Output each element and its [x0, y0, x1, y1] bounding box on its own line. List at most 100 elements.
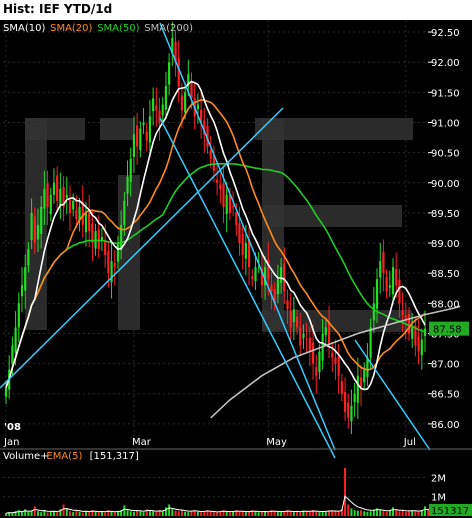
volume-bar — [65, 508, 68, 516]
price-tick-label: 91.00 — [431, 118, 460, 129]
volume-bar — [168, 504, 171, 516]
candle-body — [113, 262, 116, 268]
legend-entry: SMA(200) — [144, 23, 193, 34]
candle-body — [379, 261, 382, 278]
volume-tick-label: 2M — [431, 473, 446, 484]
candle-body — [139, 128, 142, 151]
candle-body — [75, 209, 78, 219]
volume-bar — [184, 511, 187, 516]
volume-bar — [427, 510, 430, 516]
volume-bar — [78, 511, 81, 516]
volume-bar — [241, 511, 244, 516]
candle-body — [382, 252, 385, 274]
candle-body — [420, 339, 423, 356]
price-chart: 92.50 92.00 91.50 91.00 90.50 90.00 89.50 89.00… — [0, 20, 472, 518]
volume-bar — [94, 511, 97, 516]
candle-body — [219, 184, 222, 189]
candle-body — [209, 150, 212, 159]
volume-bar — [350, 508, 353, 516]
chart-title: Hist: IEF YTD/1d — [3, 2, 113, 16]
volume-bar — [334, 511, 337, 516]
volume-bar — [110, 511, 113, 516]
price-tick-label: 86.00 — [431, 420, 460, 431]
volume-bar — [148, 510, 151, 516]
volume-bar — [347, 504, 350, 516]
legend-entry: SMA(50) — [97, 23, 139, 34]
candle-body — [353, 393, 356, 403]
volume-bar — [152, 511, 155, 516]
price-tick-label: 89.00 — [431, 239, 460, 250]
volume-bar — [337, 511, 340, 516]
candle-body — [30, 212, 33, 241]
candle-body — [123, 200, 126, 225]
volume-bar — [257, 512, 260, 516]
candle-body — [270, 284, 273, 292]
candle-body — [337, 356, 340, 376]
volume-bar — [142, 512, 145, 516]
candle-body — [129, 158, 132, 183]
price-tick-label: 87.00 — [431, 360, 460, 371]
candle-body — [388, 285, 391, 288]
candle-body — [142, 122, 145, 125]
price-tick-label: 92.50 — [431, 28, 460, 39]
volume-bar — [88, 512, 91, 516]
candle-body — [299, 327, 302, 346]
candle-body — [168, 62, 171, 85]
volume-bar — [200, 512, 203, 516]
candle-body — [155, 105, 158, 111]
legend-entry: SMA(20) — [50, 23, 92, 34]
candle-body — [52, 182, 56, 195]
chart-title-bar: Hist: IEF YTD/1d — [0, 0, 472, 20]
candle-body — [107, 251, 110, 274]
volume-bar — [209, 511, 212, 516]
candle-body — [283, 263, 286, 292]
candle-body — [324, 327, 327, 336]
volume-bar — [363, 511, 366, 516]
volume-bar — [174, 510, 177, 516]
candle-body — [411, 327, 414, 339]
volume-bar — [401, 510, 404, 516]
volume-bar — [180, 510, 183, 516]
volume-bar — [129, 511, 132, 516]
candle-body — [49, 194, 52, 215]
volume-bar — [299, 512, 302, 516]
volume-bar — [123, 505, 126, 516]
volume-bar — [292, 512, 295, 516]
volume-bar — [62, 504, 65, 516]
candle-body — [343, 391, 347, 412]
volume-bar — [404, 511, 407, 516]
volume-bar — [27, 511, 30, 516]
candle-body — [331, 352, 334, 358]
candle-body — [315, 367, 318, 376]
candle-body — [225, 194, 228, 215]
candle-body — [350, 405, 353, 422]
candle-body — [4, 387, 8, 397]
candle-body — [279, 267, 283, 283]
volume-bar — [260, 511, 263, 516]
volume-bar — [356, 510, 359, 516]
candle-body — [11, 345, 14, 365]
candle-body — [65, 194, 68, 198]
volume-bar — [379, 510, 382, 516]
price-tick-label: 86.50 — [431, 390, 460, 401]
volume-bar — [395, 510, 398, 516]
candle-body — [334, 357, 337, 364]
candle-body — [20, 285, 24, 297]
volume-last-label: 151317 — [431, 506, 469, 517]
volume-bar — [353, 510, 356, 516]
candle-body — [228, 194, 231, 213]
candle-body — [308, 337, 311, 352]
candle-body — [161, 104, 164, 116]
volume-bar — [216, 512, 219, 516]
watermark-block — [25, 118, 85, 140]
candle-body — [401, 310, 404, 316]
volume-bar — [132, 511, 135, 516]
candle-body — [196, 104, 200, 110]
candle-body — [254, 267, 257, 282]
volume-bar — [392, 507, 395, 516]
volume-bar — [20, 512, 23, 516]
candle-body — [56, 175, 59, 201]
candle-body — [302, 333, 305, 339]
volume-bar — [344, 467, 347, 516]
date-tick-label: Mar — [132, 437, 152, 448]
